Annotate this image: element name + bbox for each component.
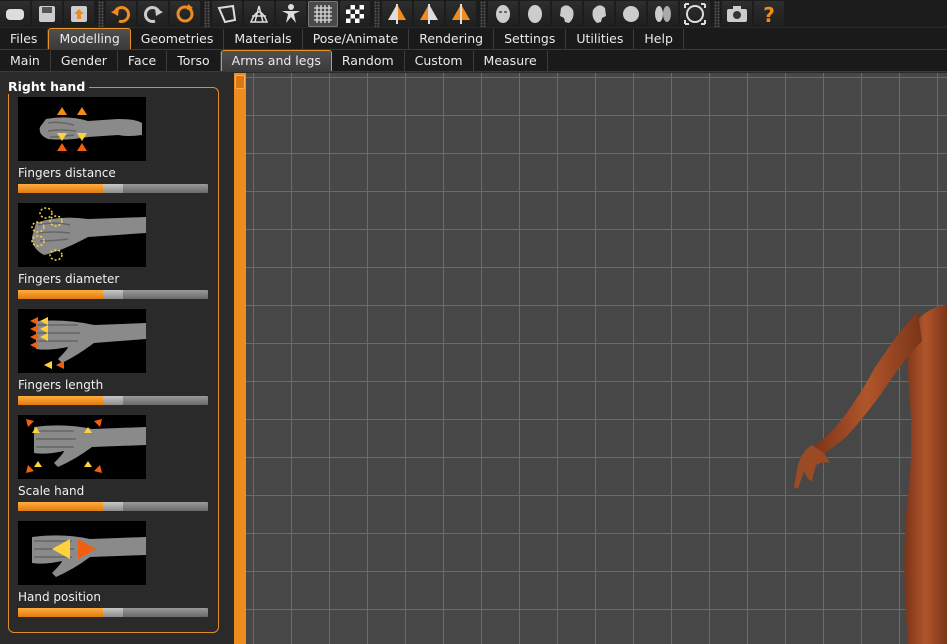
subtab-measure[interactable]: Measure bbox=[474, 51, 548, 71]
left-view-icon[interactable] bbox=[552, 0, 582, 27]
checker-icon[interactable] bbox=[340, 0, 370, 27]
slider-fill bbox=[18, 184, 103, 193]
slider-item-hand-position: Hand position bbox=[18, 521, 210, 617]
slider-handle[interactable] bbox=[103, 396, 123, 405]
subtab-custom[interactable]: Custom bbox=[405, 51, 474, 71]
left-panel: Right hand Fingers distance Fingers diam… bbox=[0, 73, 232, 644]
human-model[interactable] bbox=[246, 73, 947, 644]
fingers-distance-thumbnail bbox=[18, 97, 146, 161]
slider-fill bbox=[18, 290, 103, 299]
slider-handle[interactable] bbox=[103, 608, 123, 617]
slider-handle[interactable] bbox=[103, 184, 123, 193]
fingers-diameter-thumbnail bbox=[18, 203, 146, 267]
tab-modelling[interactable]: Modelling bbox=[48, 28, 131, 49]
tab-rendering[interactable]: Rendering bbox=[409, 29, 495, 49]
toolbar-separator bbox=[98, 0, 104, 27]
svg-text:?: ? bbox=[763, 3, 775, 26]
group-title: Right hand bbox=[4, 79, 90, 94]
slider-item-scale-hand: Scale hand bbox=[18, 415, 210, 511]
top-view-icon[interactable] bbox=[616, 0, 646, 27]
symmetry-left-icon[interactable] bbox=[414, 0, 444, 27]
panel-scrollbar[interactable] bbox=[234, 73, 246, 644]
subtab-face[interactable]: Face bbox=[118, 51, 168, 71]
tab-settings[interactable]: Settings bbox=[494, 29, 567, 49]
slider-fill bbox=[18, 396, 103, 405]
reset-icon[interactable] bbox=[170, 0, 200, 27]
tab-help[interactable]: Help bbox=[634, 29, 684, 49]
fingers-diameter-slider[interactable] bbox=[18, 290, 208, 299]
subtab-arms-and-legs[interactable]: Arms and legs bbox=[220, 50, 332, 71]
hand-position-slider[interactable] bbox=[18, 608, 208, 617]
sub-tab-bar: Main Gender Face Torso Arms and legs Random Cu… bbox=[0, 50, 947, 72]
slider-handle[interactable] bbox=[103, 502, 123, 511]
grid-icon[interactable] bbox=[308, 0, 338, 27]
export-icon[interactable] bbox=[64, 0, 94, 27]
redo-icon[interactable] bbox=[138, 0, 168, 27]
subtab-main[interactable]: Main bbox=[0, 51, 51, 71]
slider-fill bbox=[18, 608, 103, 617]
subtab-torso[interactable]: Torso bbox=[167, 51, 221, 71]
tab-utilities[interactable]: Utilities bbox=[566, 29, 635, 49]
slider-label: Hand position bbox=[18, 590, 101, 604]
main-tab-bar: Files Modelling Geometries Materials Pose/An… bbox=[0, 28, 947, 50]
fingers-length-thumbnail bbox=[18, 309, 146, 373]
toolbar-separator bbox=[374, 0, 380, 27]
save-icon[interactable] bbox=[32, 0, 62, 27]
toolbar: ? bbox=[0, 0, 947, 27]
symmetry-right-icon[interactable] bbox=[382, 0, 412, 27]
reset-camera-icon[interactable] bbox=[680, 0, 710, 27]
slider-label: Fingers distance bbox=[18, 166, 116, 180]
fingers-distance-slider[interactable] bbox=[18, 184, 208, 193]
toolbar-separator bbox=[204, 0, 210, 27]
slider-item-fingers-diameter: Fingers diameter bbox=[18, 203, 210, 299]
tab-geometries[interactable]: Geometries bbox=[131, 29, 225, 49]
toolbar-separator bbox=[480, 0, 486, 27]
3d-viewport[interactable] bbox=[246, 73, 947, 644]
slider-item-fingers-distance: Fingers distance bbox=[18, 97, 210, 193]
subtab-random[interactable]: Random bbox=[332, 51, 405, 71]
tab-pose-animate[interactable]: Pose/Animate bbox=[303, 29, 410, 49]
scale-hand-slider[interactable] bbox=[18, 502, 208, 511]
screenshot-icon[interactable] bbox=[722, 0, 752, 27]
scrollbar-thumb[interactable] bbox=[235, 75, 245, 89]
smooth-icon[interactable] bbox=[212, 0, 242, 27]
slider-handle[interactable] bbox=[103, 290, 123, 299]
slider-label: Fingers length bbox=[18, 378, 104, 392]
symmetry-icon[interactable] bbox=[446, 0, 476, 27]
right-view-icon[interactable] bbox=[584, 0, 614, 27]
slider-label: Scale hand bbox=[18, 484, 85, 498]
slider-label: Fingers diameter bbox=[18, 272, 120, 286]
wireframe-icon[interactable] bbox=[244, 0, 274, 27]
toolbar-separator bbox=[714, 0, 720, 27]
tab-files[interactable]: Files bbox=[0, 29, 49, 49]
fingers-length-slider[interactable] bbox=[18, 396, 208, 405]
hand-position-thumbnail bbox=[18, 521, 146, 585]
slider-item-fingers-length: Fingers length bbox=[18, 309, 210, 405]
help-icon[interactable]: ? bbox=[754, 0, 784, 27]
tab-materials[interactable]: Materials bbox=[224, 29, 303, 49]
pose-icon[interactable] bbox=[276, 0, 306, 27]
subtab-gender[interactable]: Gender bbox=[51, 51, 118, 71]
undo-icon[interactable] bbox=[106, 0, 136, 27]
back-view-icon[interactable] bbox=[520, 0, 550, 27]
bottom-view-icon[interactable] bbox=[648, 0, 678, 27]
slider-fill bbox=[18, 502, 103, 511]
front-view-icon[interactable] bbox=[488, 0, 518, 27]
scale-hand-thumbnail bbox=[18, 415, 146, 479]
new-file-icon[interactable] bbox=[0, 0, 30, 27]
